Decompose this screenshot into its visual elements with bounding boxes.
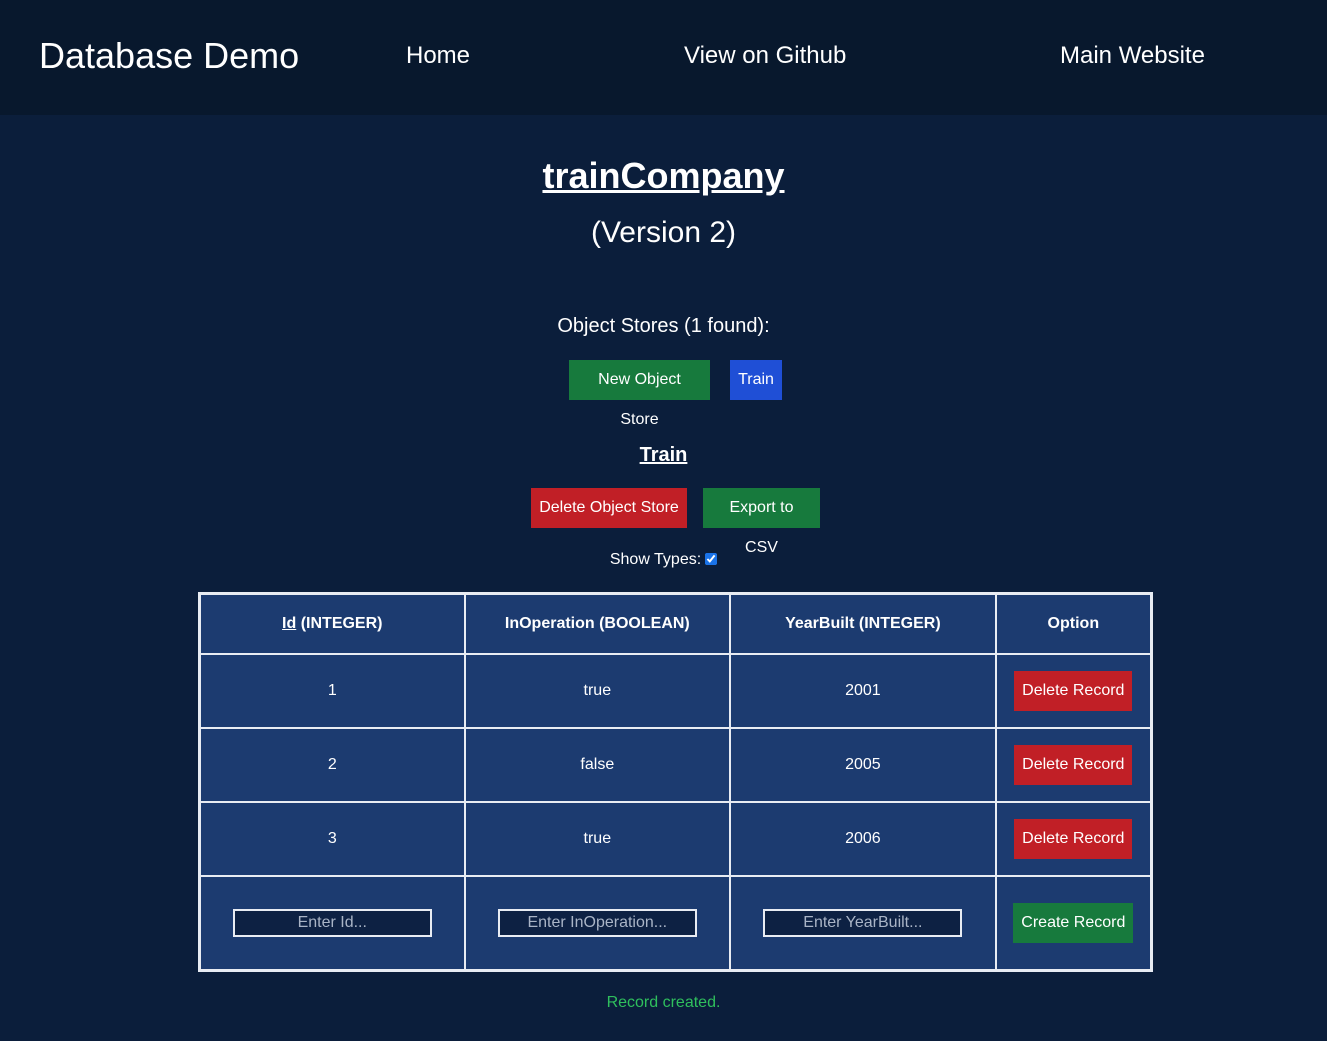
export-csv-button[interactable]: Export to CSV [703,488,820,556]
yearbuilt-input[interactable] [763,909,963,937]
header-id: Id (INTEGER) [198,592,466,655]
header-option: Option [994,592,1153,655]
records-table: Id (INTEGER) InOperation (BOOLEAN) YearB… [198,592,1153,972]
cell-id: 1 [198,653,466,729]
header-type: (INTEGER) [296,615,383,632]
header-name: InOperation [504,615,595,632]
header-type: (INTEGER) [854,615,941,632]
cell-id-input [198,875,466,972]
cell-option: Delete Record [994,653,1153,729]
new-record-row: Create Record [198,875,1153,972]
cell-id: 3 [198,801,466,877]
delete-record-button[interactable]: Delete Record [1014,745,1133,785]
table-header-row: Id (INTEGER) InOperation (BOOLEAN) YearB… [198,592,1153,655]
show-types-toggle: Show Types: [0,550,1327,570]
navbar: Database Demo Home View on Github Main W… [0,0,1327,115]
header-type: (BOOLEAN) [594,615,690,632]
database-version: (Version 2) [590,216,737,249]
cell-yearbuilt: 2001 [729,653,997,729]
header-name: Option [1047,615,1100,632]
cell-yearbuilt: 2005 [729,727,997,803]
nav-main-website-link[interactable]: Main Website [1060,41,1205,71]
delete-record-button[interactable]: Delete Record [1014,819,1133,859]
cell-option: Delete Record [994,801,1153,877]
cell-option: Delete Record [994,727,1153,803]
cell-id: 2 [198,727,466,803]
header-name: YearBuilt [785,615,855,632]
create-record-button[interactable]: Create Record [1013,903,1134,943]
nav-home-link[interactable]: Home [406,41,470,71]
inoperation-input[interactable] [497,909,697,937]
cell-inoperation: true [463,653,732,729]
selected-store-heading: Train [639,444,688,466]
table-row: 3 true 2006 Delete Record [198,801,1153,877]
cell-yearbuilt: 2006 [729,801,997,877]
database-name: trainCompany [542,155,785,196]
cell-inoperation: false [463,727,732,803]
cell-yearbuilt-input [729,875,997,972]
id-input[interactable] [232,909,432,937]
new-object-store-button[interactable]: New Object Store [569,360,710,428]
header-inoperation: InOperation (BOOLEAN) [463,592,732,655]
cell-create: Create Record [994,875,1153,972]
header-yearbuilt: YearBuilt (INTEGER) [729,592,997,655]
show-types-label: Show Types: [609,551,702,568]
brand-title: Database Demo [39,35,300,76]
show-types-checkbox[interactable] [705,553,718,565]
cell-inoperation-input [463,875,732,972]
object-stores-label: Object Stores (1 found): [557,315,770,337]
table-row: 2 false 2005 Delete Record [198,727,1153,803]
delete-object-store-button[interactable]: Delete Object Store [531,488,687,528]
status-message: Record created. [606,994,721,1011]
table-row: 1 true 2001 Delete Record [198,653,1153,729]
cell-inoperation: true [463,801,732,877]
nav-github-link[interactable]: View on Github [684,41,846,71]
delete-record-button[interactable]: Delete Record [1014,671,1133,711]
header-key-name: Id [282,615,297,632]
store-train-button[interactable]: Train [730,360,782,400]
